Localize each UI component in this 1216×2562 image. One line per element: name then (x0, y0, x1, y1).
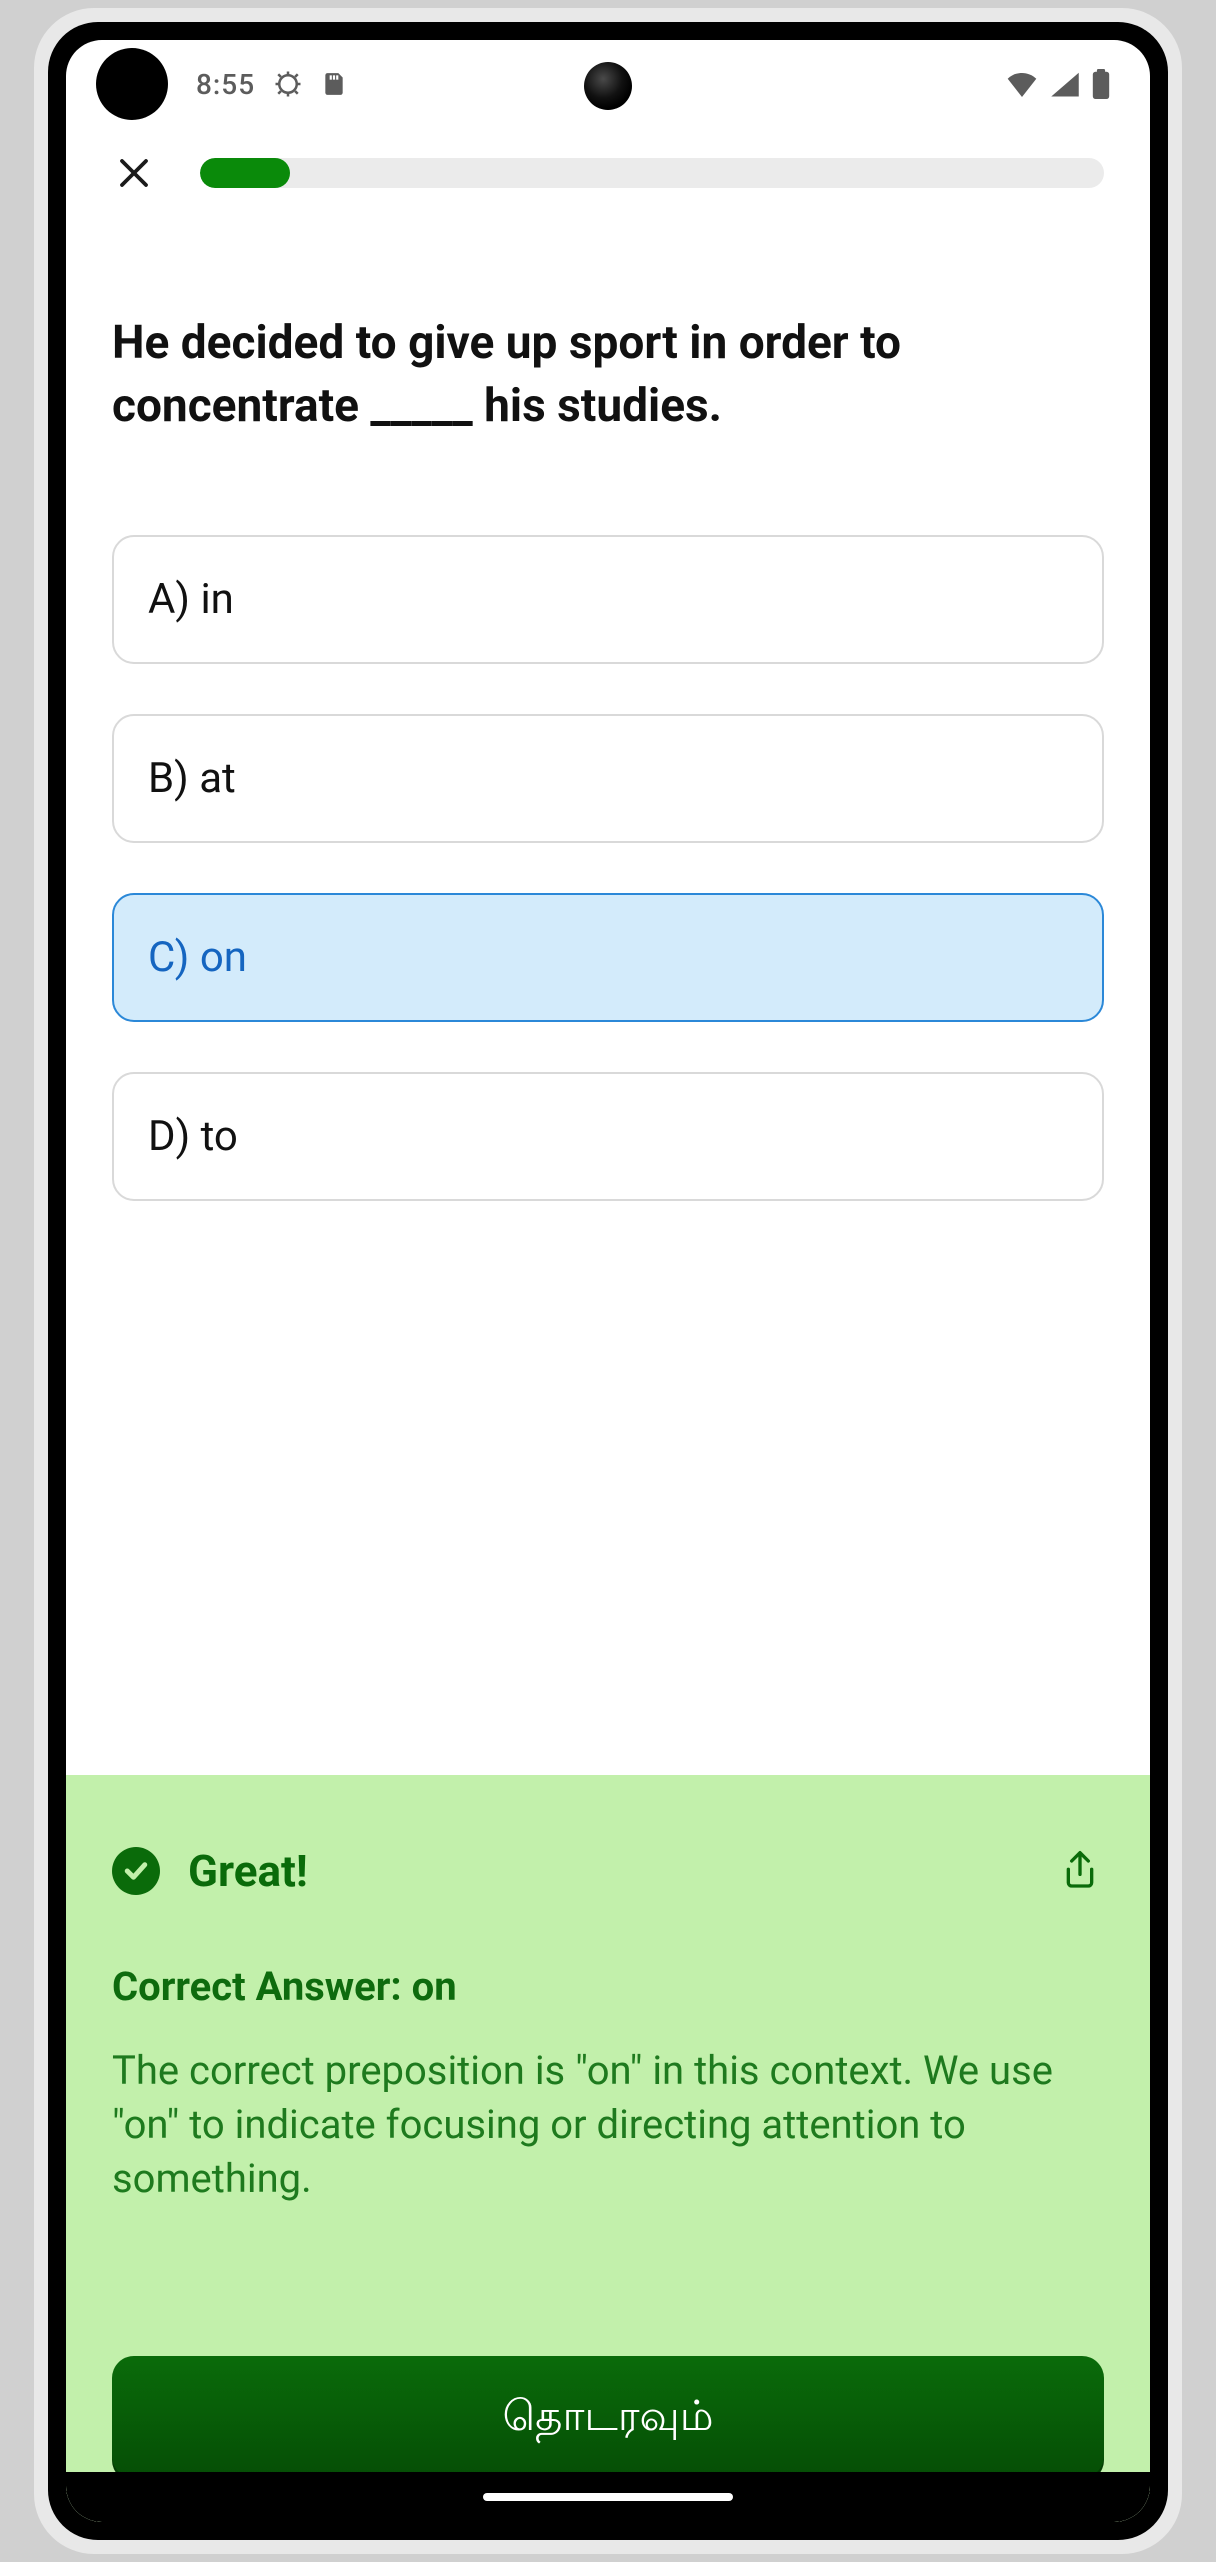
front-camera (584, 62, 632, 110)
option-a[interactable]: A) in (112, 535, 1104, 664)
progress-bar (200, 158, 1104, 188)
check-circle-icon (112, 1847, 160, 1895)
feedback-header: Great! (112, 1845, 1104, 1897)
share-button[interactable] (1056, 1847, 1104, 1895)
screen: 8:55 (66, 40, 1150, 2522)
wifi-icon (1006, 71, 1038, 97)
feedback-title: Great! (188, 1845, 308, 1897)
option-b[interactable]: B) at (112, 714, 1104, 843)
explanation-text: The correct preposition is "on" in this … (112, 2044, 1104, 2206)
quiz-content: He decided to give up sport in order to … (66, 218, 1150, 1775)
correct-answer-label: Correct Answer: on (112, 1963, 1104, 2010)
feedback-panel: Great! Correct Answer: on The correct pr… (66, 1775, 1150, 2522)
status-time: 8:55 (196, 68, 255, 101)
app-header (66, 128, 1150, 218)
status-right (1006, 69, 1110, 99)
status-dot (96, 48, 168, 120)
close-button[interactable] (112, 151, 156, 195)
option-c[interactable]: C) on (112, 893, 1104, 1022)
android-nav-bar (66, 2472, 1150, 2522)
phone-frame-outer: 8:55 (34, 8, 1182, 2554)
gear-icon (273, 69, 303, 99)
battery-icon (1092, 69, 1110, 99)
question-text: He decided to give up sport in order to … (112, 312, 1104, 439)
phone-frame: 8:55 (48, 22, 1168, 2540)
option-d[interactable]: D) to (112, 1072, 1104, 1201)
options-list: A) in B) at C) on D) to (112, 535, 1104, 1201)
progress-fill (200, 158, 290, 188)
nav-pill[interactable] (483, 2493, 733, 2501)
sd-card-icon (321, 69, 347, 99)
feedback-title-row: Great! (112, 1845, 308, 1897)
signal-icon (1050, 71, 1080, 97)
status-left: 8:55 (196, 68, 347, 101)
continue-button[interactable]: தொடரவும் (112, 2356, 1104, 2482)
